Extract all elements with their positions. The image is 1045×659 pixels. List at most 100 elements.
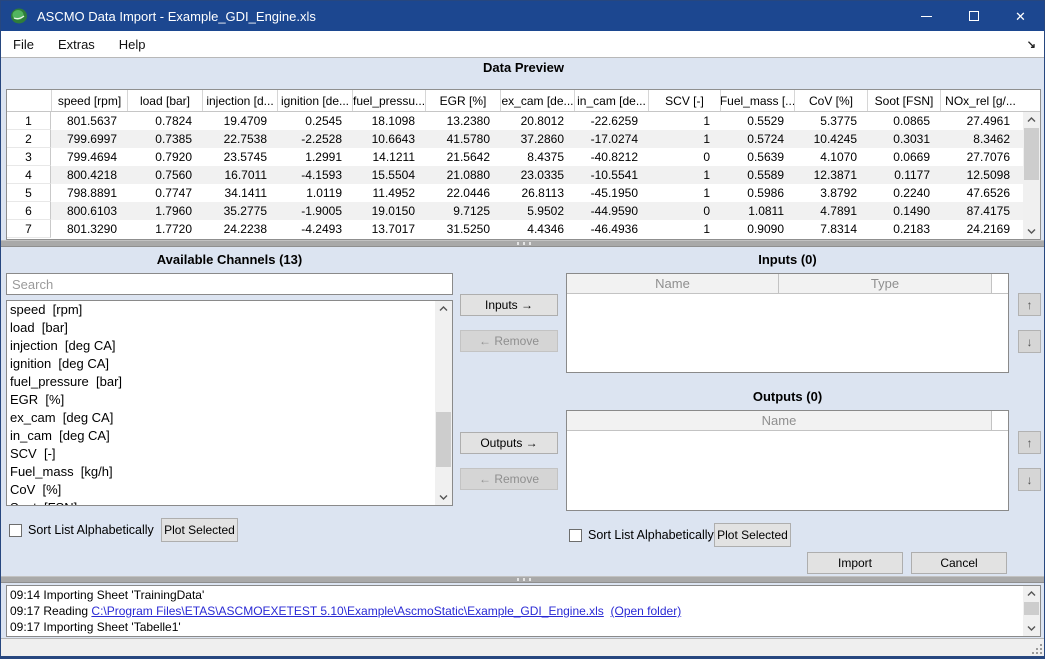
scroll-up-icon[interactable] — [435, 301, 452, 316]
data-cell[interactable]: 21.0880 — [425, 166, 500, 184]
data-cell[interactable]: 0 — [648, 202, 720, 220]
data-cell[interactable]: 27.4961 — [940, 112, 1020, 130]
scroll-down-icon[interactable] — [1023, 621, 1040, 636]
log-link[interactable]: C:\Program Files\ETAS\ASCMOEXETEST 5.10\… — [91, 604, 603, 618]
preview-column-header[interactable]: CoV [%] — [794, 90, 867, 111]
channel-list-scrollbar[interactable] — [435, 301, 452, 505]
data-cell[interactable]: 0.5724 — [720, 130, 794, 148]
checkbox-icon[interactable] — [9, 524, 22, 537]
data-cell[interactable]: 20.8012 — [500, 112, 574, 130]
scroll-thumb[interactable] — [1024, 128, 1039, 180]
data-cell[interactable]: 23.5745 — [202, 148, 277, 166]
data-cell[interactable]: 1 — [648, 130, 720, 148]
data-cell[interactable]: 1 — [648, 112, 720, 130]
menu-extras[interactable]: Extras — [46, 31, 107, 58]
data-cell[interactable]: 22.7538 — [202, 130, 277, 148]
data-cell[interactable]: 0.5639 — [720, 148, 794, 166]
inputs-move-down-button[interactable]: ↓ — [1018, 330, 1041, 353]
data-cell[interactable]: 3.8792 — [794, 184, 867, 202]
close-button[interactable]: ✕ — [997, 1, 1044, 31]
scroll-down-icon[interactable] — [435, 490, 452, 505]
channel-item[interactable]: ex_cam [deg CA] — [7, 409, 452, 427]
preview-column-header[interactable]: SCV [-] — [648, 90, 720, 111]
data-cell[interactable]: 0.2183 — [867, 220, 940, 238]
preview-row[interactable]: 2799.69970.738522.7538-2.252810.664341.5… — [7, 130, 1040, 148]
data-cell[interactable]: 799.6997 — [51, 130, 127, 148]
channel-item[interactable]: speed [rpm] — [7, 301, 452, 319]
preview-column-header[interactable]: fuel_pressu... — [352, 90, 425, 111]
data-cell[interactable]: 799.4694 — [51, 148, 127, 166]
data-cell[interactable]: 87.4175 — [940, 202, 1020, 220]
channel-item[interactable]: CoV [%] — [7, 481, 452, 499]
data-cell[interactable]: -22.6259 — [574, 112, 648, 130]
data-cell[interactable]: -40.8212 — [574, 148, 648, 166]
data-cell[interactable]: 0.1490 — [867, 202, 940, 220]
preview-column-header[interactable]: Soot [FSN] — [867, 90, 940, 111]
data-cell[interactable]: 1 — [648, 184, 720, 202]
outputs-table[interactable]: Name — [566, 410, 1009, 511]
preview-row[interactable]: 6800.61031.796035.2775-1.900519.01509.71… — [7, 202, 1040, 220]
inputs-type-column-header[interactable]: Type — [779, 274, 992, 293]
preview-column-header[interactable]: speed [rpm] — [51, 90, 127, 111]
row-number-cell[interactable]: 1 — [7, 112, 51, 130]
data-cell[interactable]: 27.7076 — [940, 148, 1020, 166]
horizontal-splitter-top[interactable] — [1, 240, 1045, 247]
data-cell[interactable]: 41.5780 — [425, 130, 500, 148]
data-cell[interactable]: 1 — [648, 220, 720, 238]
sort-alphabetically-left[interactable]: Sort List Alphabetically — [9, 523, 154, 537]
channel-item[interactable]: load [bar] — [7, 319, 452, 337]
channel-item[interactable]: Soot [FSN] — [7, 499, 452, 506]
data-cell[interactable]: 19.0150 — [352, 202, 425, 220]
channel-item[interactable]: Fuel_mass [kg/h] — [7, 463, 452, 481]
data-cell[interactable]: -45.1950 — [574, 184, 648, 202]
channel-item[interactable]: EGR [%] — [7, 391, 452, 409]
data-cell[interactable]: 34.1411 — [202, 184, 277, 202]
scroll-thumb[interactable] — [1024, 602, 1039, 615]
inputs-transfer-button[interactable]: Inputs → — [460, 294, 558, 316]
log-scrollbar[interactable] — [1023, 586, 1040, 636]
data-cell[interactable]: 800.6103 — [51, 202, 127, 220]
channel-item[interactable]: injection [deg CA] — [7, 337, 452, 355]
channel-item[interactable]: ignition [deg CA] — [7, 355, 452, 373]
outputs-move-up-button[interactable]: ↑ — [1018, 431, 1041, 454]
data-cell[interactable]: -4.1593 — [277, 166, 352, 184]
channel-list[interactable]: speed [rpm]load [bar]injection [deg CA]i… — [6, 300, 453, 506]
data-cell[interactable]: 800.4218 — [51, 166, 127, 184]
preview-table-scrollbar[interactable] — [1023, 112, 1040, 239]
data-cell[interactable]: 1.0811 — [720, 202, 794, 220]
plot-selected-right-button[interactable]: Plot Selected — [714, 523, 791, 547]
data-cell[interactable]: 4.7891 — [794, 202, 867, 220]
scroll-up-icon[interactable] — [1023, 112, 1040, 127]
data-cell[interactable]: 798.8891 — [51, 184, 127, 202]
preview-column-header[interactable]: ex_cam [de... — [500, 90, 574, 111]
data-cell[interactable]: 5.9502 — [500, 202, 574, 220]
preview-column-header[interactable]: ignition [de... — [277, 90, 352, 111]
data-cell[interactable]: 1.2991 — [277, 148, 352, 166]
data-cell[interactable]: 1 — [648, 166, 720, 184]
data-cell[interactable]: 801.3290 — [51, 220, 127, 238]
data-cell[interactable]: -10.5541 — [574, 166, 648, 184]
row-number-cell[interactable]: 7 — [7, 220, 51, 238]
data-cell[interactable]: 0.5986 — [720, 184, 794, 202]
data-cell[interactable]: 13.2380 — [425, 112, 500, 130]
channel-item[interactable]: fuel_pressure [bar] — [7, 373, 452, 391]
data-cell[interactable]: -17.0274 — [574, 130, 648, 148]
preview-column-header[interactable]: load [bar] — [127, 90, 202, 111]
preview-column-header[interactable]: NOx_rel [g/... — [940, 90, 1020, 111]
channel-item[interactable]: in_cam [deg CA] — [7, 427, 452, 445]
data-cell[interactable]: 1.0119 — [277, 184, 352, 202]
data-cell[interactable]: 8.4375 — [500, 148, 574, 166]
data-cell[interactable]: 24.2169 — [940, 220, 1020, 238]
data-cell[interactable]: 14.1211 — [352, 148, 425, 166]
row-number-cell[interactable]: 5 — [7, 184, 51, 202]
data-cell[interactable]: 0.5589 — [720, 166, 794, 184]
data-cell[interactable]: 0.7824 — [127, 112, 202, 130]
data-cell[interactable]: 0.0865 — [867, 112, 940, 130]
data-cell[interactable]: 13.7017 — [352, 220, 425, 238]
data-cell[interactable]: 15.5504 — [352, 166, 425, 184]
data-cell[interactable]: 24.2238 — [202, 220, 277, 238]
outputs-name-column-header[interactable]: Name — [567, 411, 992, 430]
preview-row[interactable]: 5798.88910.774734.14111.011911.495222.04… — [7, 184, 1040, 202]
data-cell[interactable]: 12.5098 — [940, 166, 1020, 184]
data-cell[interactable]: 4.1070 — [794, 148, 867, 166]
